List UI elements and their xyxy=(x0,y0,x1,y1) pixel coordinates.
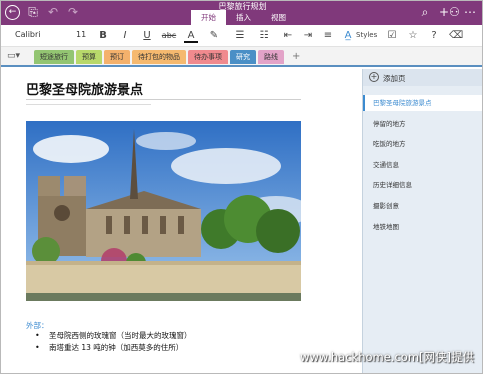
add-page-button[interactable]: + 添加页 xyxy=(363,69,482,86)
bullet-list-icon[interactable]: ☰ xyxy=(233,29,247,43)
clear-formatting-icon[interactable]: ⌫ xyxy=(449,29,463,43)
section-tab-bookings[interactable]: 预订 xyxy=(104,50,130,64)
help-icon[interactable]: ? xyxy=(427,29,441,43)
search-icon[interactable]: ⌕ xyxy=(417,5,433,19)
section-tab-route[interactable]: 路线 xyxy=(258,50,284,64)
section-tab-budget[interactable]: 预算 xyxy=(76,50,102,64)
tab-home[interactable]: 开始 xyxy=(191,10,226,25)
section-tab-packing[interactable]: 待打包的物品 xyxy=(132,50,186,64)
notebook-icon[interactable]: ⎘ xyxy=(25,5,41,19)
strikethrough-button[interactable]: abc xyxy=(159,29,179,43)
undo-icon[interactable]: ↶ xyxy=(45,5,61,19)
notebook-picker-icon[interactable]: ▭▾ xyxy=(7,51,27,63)
section-tab-todo[interactable]: 待办事项 xyxy=(188,50,228,64)
more-icon[interactable]: ⋯ xyxy=(462,5,478,19)
bold-button[interactable]: B xyxy=(96,29,110,43)
tab-view[interactable]: 视图 xyxy=(261,10,296,25)
page-item[interactable]: 历史详细信息 xyxy=(363,177,482,193)
add-person-icon[interactable]: +⚇ xyxy=(439,5,460,19)
back-icon[interactable]: ← xyxy=(5,5,20,20)
plus-circle-icon: + xyxy=(369,72,379,82)
onenote-window: 巴黎旅行规划 ← ⎘ ↶ ↷ 开始 插入 视图 ⌕ +⚇ ⋯ Calibri 1… xyxy=(0,0,483,374)
ribbon-tabs: 开始 插入 视图 xyxy=(191,10,296,25)
tag-star-icon[interactable]: ☆ xyxy=(406,29,420,43)
list-item[interactable]: 南塔重达 13 吨的钟（加西莫多的住所） xyxy=(31,342,192,354)
notre-dame-photo[interactable] xyxy=(26,121,301,301)
increase-indent-icon[interactable]: ⇥ xyxy=(301,29,315,43)
title-underline xyxy=(26,99,301,100)
page-item[interactable]: 地铁地图 xyxy=(363,219,482,235)
watermark-text: www.hackhome.com[网侠]提供 xyxy=(300,350,474,364)
redo-icon[interactable]: ↷ xyxy=(65,5,81,19)
italic-button[interactable]: I xyxy=(118,29,132,43)
page-item[interactable]: 吃饭的地方 xyxy=(363,136,482,152)
date-line xyxy=(26,104,151,105)
add-page-label: 添加页 xyxy=(383,74,406,83)
photo-illustration xyxy=(26,121,301,301)
underline-button[interactable]: U xyxy=(140,29,154,43)
font-size-select[interactable]: 11 xyxy=(76,30,86,39)
section-tabs: 短途旅行 预算 预订 待打包的物品 待办事项 研究 路线 + xyxy=(34,50,306,64)
bullet-list: 圣母院西侧的玫瑰窗（当时最大的玫瑰窗） 南塔重达 13 吨的钟（加西莫多的住所） xyxy=(31,330,192,354)
page-canvas[interactable]: 巴黎圣母院旅游景点 外部： • 圣母院西侧的玫瑰窗（当时最大的玫瑰窗） • 南塔… xyxy=(1,69,362,373)
section-tabs-bar: ▭▾ 短途旅行 预算 预订 待打包的物品 待办事项 研究 路线 + xyxy=(1,47,482,67)
font-name-select[interactable]: Calibri xyxy=(15,30,41,39)
page-title[interactable]: 巴黎圣母院旅游景点 xyxy=(26,79,143,98)
highlighter-icon[interactable]: ✎ xyxy=(207,29,221,43)
title-bar: 巴黎旅行规划 ← ⎘ ↶ ↷ 开始 插入 视图 ⌕ +⚇ ⋯ xyxy=(1,1,482,25)
styles-icon[interactable]: A̲ xyxy=(341,29,355,43)
page-item[interactable]: 交通信息 xyxy=(363,157,482,173)
page-item[interactable]: 巴黎圣母院旅游景点 xyxy=(363,95,482,111)
decrease-indent-icon[interactable]: ⇤ xyxy=(281,29,295,43)
font-color-button[interactable]: A xyxy=(184,29,198,43)
numbered-list-icon[interactable]: ☷ xyxy=(257,29,271,43)
page-item[interactable]: 停留的地方 xyxy=(363,116,482,132)
align-icon[interactable]: ≡ xyxy=(321,29,335,43)
section-tab-trips[interactable]: 短途旅行 xyxy=(34,50,74,64)
styles-button[interactable]: Styles xyxy=(356,31,377,39)
todo-checkbox-icon[interactable]: ☑ xyxy=(385,29,399,43)
add-section-button[interactable]: + xyxy=(286,50,306,64)
list-item[interactable]: 圣母院西侧的玫瑰窗（当时最大的玫瑰窗） xyxy=(31,330,192,342)
tab-insert[interactable]: 插入 xyxy=(226,10,261,25)
format-toolbar: Calibri 11 B I U abc A ✎ ☰ ☷ ⇤ ⇥ ≡ A̲ St… xyxy=(1,25,482,47)
page-list-pane: + 添加页 巴黎圣母院旅游景点 停留的地方 吃饭的地方 交通信息 历史详细信息 … xyxy=(362,69,482,373)
page-item[interactable]: 摄影创意 xyxy=(363,198,482,214)
section-tab-research[interactable]: 研究 xyxy=(230,50,256,64)
